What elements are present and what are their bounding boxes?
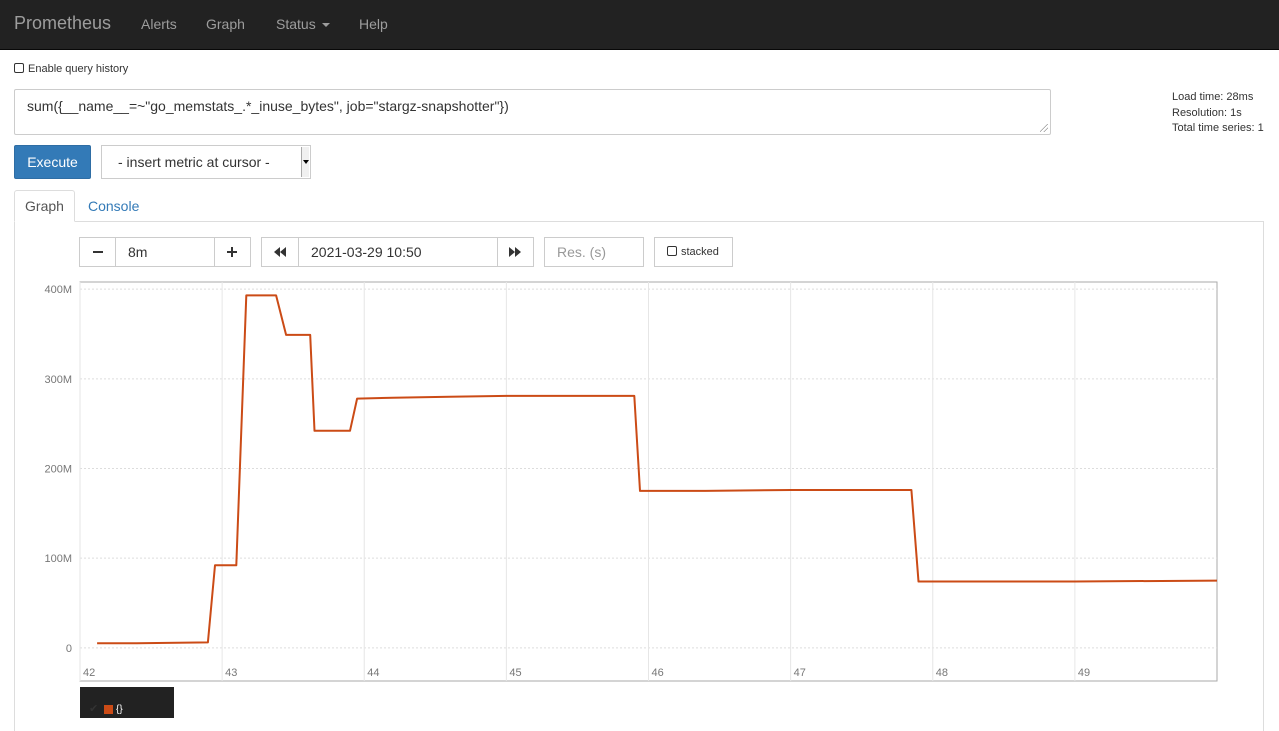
range-input[interactable]: 8m: [115, 237, 215, 267]
graph-legend: ✔ {}: [80, 687, 174, 718]
series-swatch: [104, 705, 113, 714]
resize-handle-icon[interactable]: [1040, 124, 1048, 132]
tab-console[interactable]: Console: [88, 198, 139, 214]
select-arrow-icon: [301, 147, 309, 177]
expression-input[interactable]: sum({__name__=~"go_memstats_.*_inuse_byt…: [14, 89, 1051, 135]
nav-status[interactable]: Status: [276, 16, 330, 32]
nav-status-label: Status: [276, 16, 316, 32]
execute-button[interactable]: Execute: [14, 145, 91, 179]
insert-metric-value: - insert metric at cursor -: [118, 154, 270, 170]
load-time: Load time: 28ms: [1172, 91, 1254, 103]
stacked-toggle[interactable]: stacked: [654, 237, 733, 267]
nav-help[interactable]: Help: [359, 16, 388, 32]
navbar: Prometheus Alerts Graph Status Help: [0, 0, 1279, 50]
checkbox-icon[interactable]: [14, 63, 24, 73]
nav-alerts[interactable]: Alerts: [141, 16, 177, 32]
insert-metric-select[interactable]: - insert metric at cursor -: [101, 145, 311, 179]
backward-icon: [274, 247, 286, 257]
forward-icon: [509, 247, 521, 257]
caret-down-icon: [321, 23, 330, 28]
range-decrease-button[interactable]: [79, 237, 116, 267]
graph-panel: [14, 221, 1264, 731]
check-icon[interactable]: ✔: [89, 702, 98, 715]
range-increase-button[interactable]: [214, 237, 251, 267]
query-history-label: Enable query history: [28, 63, 129, 75]
nav-graph[interactable]: Graph: [206, 16, 245, 32]
checkbox-icon[interactable]: [667, 246, 677, 256]
expression-text: sum({__name__=~"go_memstats_.*_inuse_byt…: [27, 98, 509, 114]
minus-icon: [93, 251, 103, 253]
query-stats: Load time: 28ms Resolution: 1s Total tim…: [1172, 90, 1264, 137]
resolution-input[interactable]: Res. (s): [544, 237, 644, 267]
brand-link[interactable]: Prometheus: [14, 13, 111, 34]
resolution-placeholder: Res. (s): [557, 244, 606, 260]
query-history-toggle[interactable]: Enable query history: [14, 63, 128, 75]
range-value: 8m: [128, 244, 148, 260]
total-series: Total time series: 1: [1172, 122, 1264, 134]
end-time-back-button[interactable]: [261, 237, 299, 267]
end-time-value: 2021-03-29 10:50: [311, 244, 422, 260]
resolution-stat: Resolution: 1s: [1172, 106, 1242, 119]
tab-graph[interactable]: Graph: [14, 190, 75, 222]
end-time-forward-button[interactable]: [497, 237, 534, 267]
end-time-input[interactable]: 2021-03-29 10:50: [298, 237, 498, 267]
stacked-label: stacked: [681, 246, 719, 258]
series-label: {}: [116, 704, 123, 715]
